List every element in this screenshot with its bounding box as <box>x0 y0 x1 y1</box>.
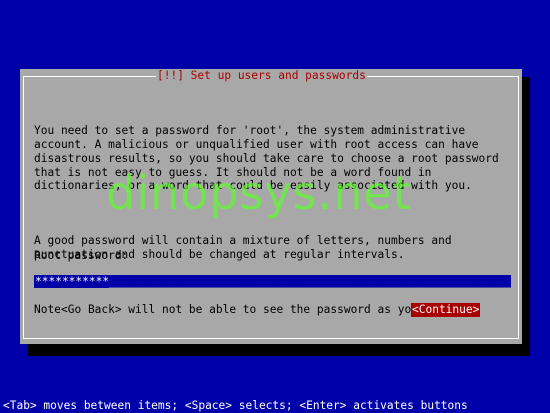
password-mask: *********** <box>35 275 110 288</box>
root-password-label: Root password: <box>34 249 129 262</box>
dialog-body: You need to set a password for 'root', t… <box>34 97 514 357</box>
status-bar: <Tab> moves between items; <Space> selec… <box>3 399 468 412</box>
watermark: dinopsys.net <box>106 166 412 220</box>
continue-button[interactable]: <Continue> <box>411 303 481 317</box>
input-fill: ________________________________________… <box>109 275 511 288</box>
dialog-title: [!!] Set up users and passwords <box>156 69 367 83</box>
root-password-input[interactable]: ***********_____________________________… <box>34 275 511 288</box>
go-back-button[interactable]: <Go Back> <box>60 303 123 317</box>
